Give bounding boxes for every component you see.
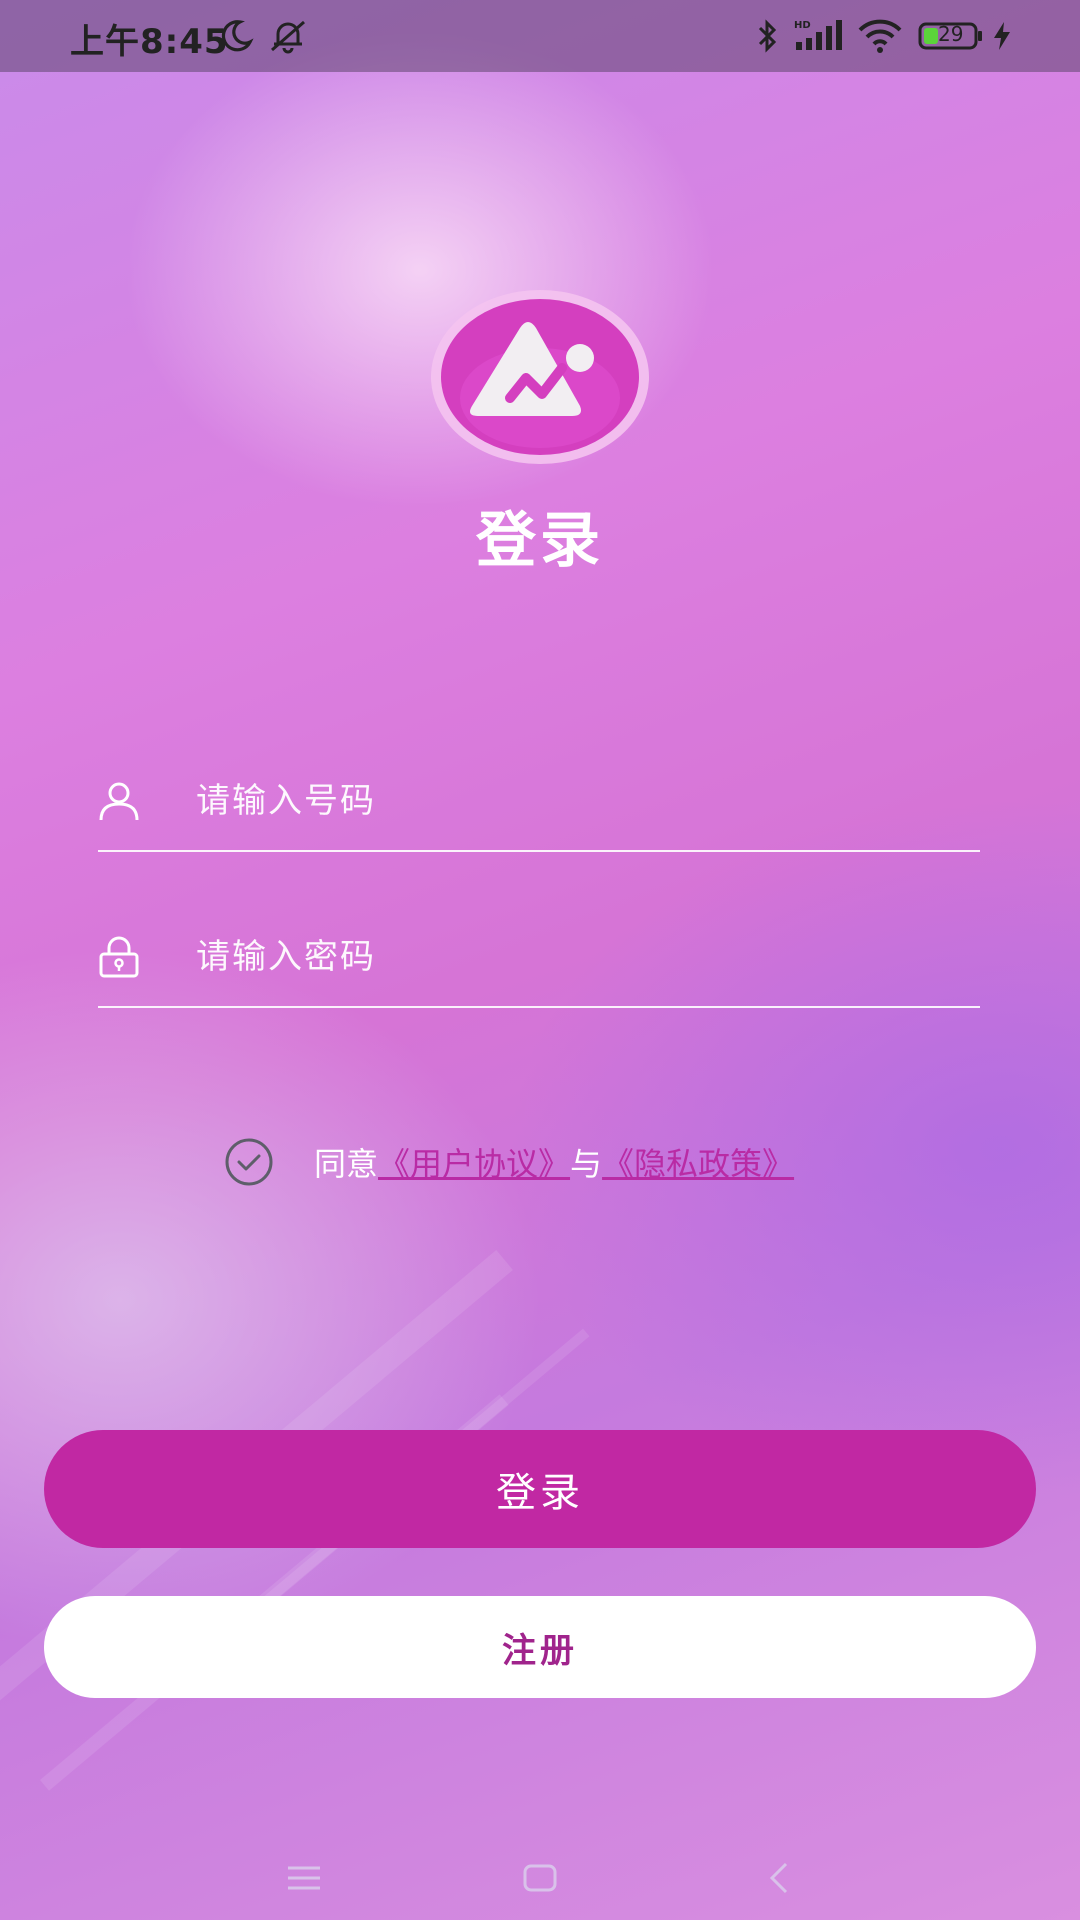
phone-input[interactable] xyxy=(194,772,958,830)
status-bar: 上午8:45 HD 29 xyxy=(0,0,1080,72)
agreement-conjunction: 与 xyxy=(570,1145,603,1183)
app-logo-icon xyxy=(431,290,649,464)
password-field xyxy=(98,906,980,1008)
user-icon xyxy=(99,782,139,821)
charging-icon xyxy=(994,22,1010,50)
page-title: 登录 xyxy=(476,506,604,576)
bluetooth-icon xyxy=(758,19,777,53)
menu-icon[interactable] xyxy=(284,1858,324,1898)
password-input[interactable] xyxy=(194,928,958,986)
battery-level: 29 xyxy=(938,22,964,46)
login-button[interactable]: 登录 xyxy=(44,1430,1036,1548)
check-circle-icon[interactable] xyxy=(224,1137,274,1187)
agreement-prefix: 同意 xyxy=(314,1145,379,1183)
home-icon[interactable] xyxy=(520,1858,560,1898)
mute-bell-icon xyxy=(271,20,305,54)
cellular-signal-icon: HD xyxy=(794,20,842,50)
register-button[interactable]: 注册 xyxy=(44,1596,1036,1698)
user-agreement-link[interactable]: 《用户协议》 xyxy=(378,1139,570,1185)
back-icon[interactable] xyxy=(760,1858,800,1898)
system-navigation-bar xyxy=(0,1840,1080,1920)
lock-icon xyxy=(99,936,139,978)
wifi-icon xyxy=(858,19,902,53)
privacy-policy-link[interactable]: 《隐私政策》 xyxy=(602,1139,794,1185)
status-time: 上午8:45 xyxy=(70,22,229,62)
phone-field xyxy=(98,750,980,852)
svg-text:HD: HD xyxy=(794,20,811,31)
agreement-row: 同意 《用户协议》 与 《隐私政策》 xyxy=(224,1137,794,1187)
moon-icon xyxy=(221,20,254,52)
